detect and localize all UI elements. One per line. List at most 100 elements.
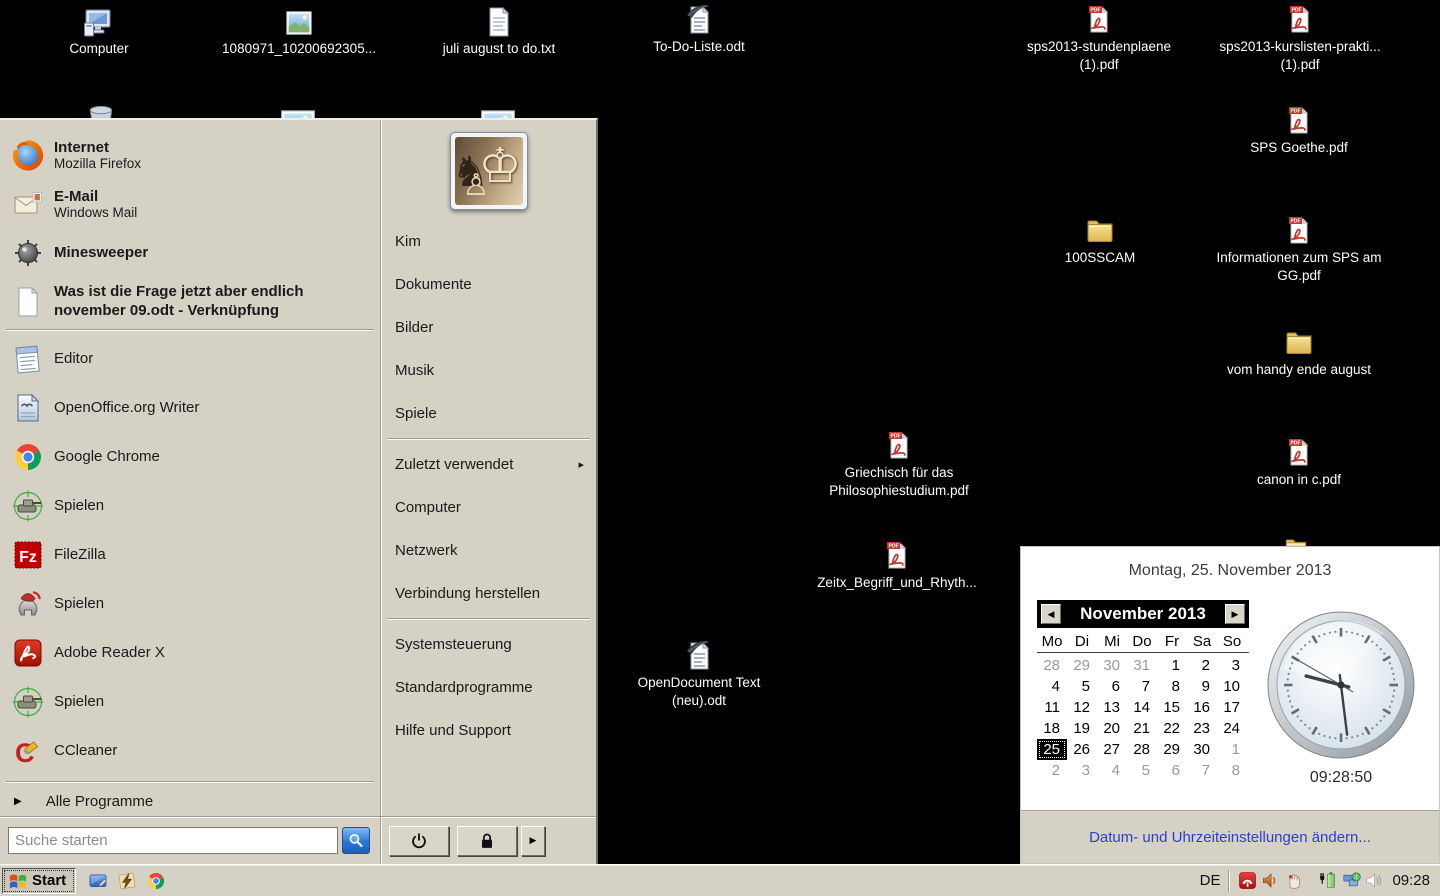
start-menu-right-item-kim[interactable]: Kim	[381, 220, 596, 263]
desktop-icon-griechisch[interactable]: Griechisch für dasPhilosophiestudium.pdf	[807, 426, 991, 500]
search-input[interactable]	[8, 827, 338, 854]
calendar-day[interactable]: 16	[1187, 697, 1217, 718]
battery-tray-icon[interactable]	[1319, 871, 1338, 890]
calendar-day[interactable]: 27	[1097, 739, 1127, 760]
desktop-icon-zeitx-begriff[interactable]: Zeitx_Begriff_und_Rhyth...	[797, 536, 997, 592]
change-datetime-link[interactable]: Datum- und Uhrzeiteinstellungen ändern..…	[1089, 829, 1371, 846]
calendar-day[interactable]: 22	[1157, 718, 1187, 739]
calendar-day[interactable]: 15	[1157, 697, 1187, 718]
calendar-day[interactable]: 21	[1127, 718, 1157, 739]
calendar-day[interactable]: 29	[1067, 655, 1097, 676]
avira-tray-icon[interactable]	[1238, 871, 1257, 890]
calendar-day[interactable]: 24	[1217, 718, 1247, 739]
calendar-day[interactable]: 17	[1217, 697, 1247, 718]
start-menu-right-item-netzwerk[interactable]: Netzwerk	[381, 529, 596, 572]
desktop-icon-computer[interactable]: Computer	[19, 2, 179, 58]
calendar-day[interactable]: 28	[1127, 739, 1157, 760]
calendar-day[interactable]: 13	[1097, 697, 1127, 718]
start-menu-item[interactable]: OpenOffice.org Writer	[0, 383, 380, 432]
start-menu-right-item-spiele[interactable]: Spiele	[381, 392, 596, 435]
desktop-icon-sps2013-kurslisten[interactable]: sps2013-kurslisten-prakti...(1).pdf	[1214, 0, 1386, 74]
start-menu-right-item-systemsteuerung[interactable]: Systemsteuerung	[381, 623, 596, 666]
start-menu-right-item-musik[interactable]: Musik	[381, 349, 596, 392]
calendar-day[interactable]: 31	[1127, 655, 1157, 676]
start-menu-right-item-computer[interactable]: Computer	[381, 486, 596, 529]
start-menu-right-item-bilder[interactable]: Bilder	[381, 306, 596, 349]
calendar-day[interactable]: 1	[1157, 655, 1187, 676]
start-menu-item[interactable]: FileZilla	[0, 530, 380, 579]
calendar-day[interactable]: 26	[1067, 739, 1097, 760]
desktop-icon-photo-1080971[interactable]: 1080971_10200692305...	[214, 2, 384, 58]
calendar-day[interactable]: 3	[1217, 655, 1247, 676]
start-menu-right-item-verbindung-herstellen[interactable]: Verbindung herstellen	[381, 572, 596, 615]
start-menu-right-item-dokumente[interactable]: Dokumente	[381, 263, 596, 306]
start-menu-item[interactable]: Spielen	[0, 677, 380, 726]
calendar-day[interactable]: 19	[1067, 718, 1097, 739]
language-indicator[interactable]: DE	[1200, 872, 1221, 889]
next-month-button[interactable]: ▶	[1225, 604, 1245, 624]
calendar-day[interactable]: 7	[1187, 760, 1217, 781]
showdesktop-quicklaunch-button[interactable]	[88, 871, 108, 891]
start-menu-item[interactable]: CCleaner	[0, 726, 380, 775]
calendar-day[interactable]: 3	[1067, 760, 1097, 781]
start-menu-right-item-standardprogramme[interactable]: Standardprogramme	[381, 666, 596, 709]
calendar-day[interactable]: 5	[1127, 760, 1157, 781]
calendar-day[interactable]: 4	[1037, 676, 1067, 697]
speakerwaves-tray-icon[interactable]	[1365, 871, 1384, 890]
calendar-day[interactable]: 30	[1187, 739, 1217, 760]
desktop-icon-informationen-sps[interactable]: Informationen zum SPS amGG.pdf	[1204, 211, 1394, 285]
calendar-day[interactable]: 18	[1037, 718, 1067, 739]
calendar-day[interactable]: 2	[1187, 655, 1217, 676]
calendar-day[interactable]: 6	[1097, 676, 1127, 697]
calendar-day[interactable]: 11	[1037, 697, 1067, 718]
start-menu-item[interactable]: Editor	[0, 334, 380, 383]
user-avatar[interactable]: ♞ ♔ ♙	[450, 132, 528, 210]
shutdown-options-button[interactable]: ▶	[521, 826, 545, 856]
calendar-day[interactable]: 8	[1217, 760, 1247, 781]
desktop-icon-canon-in-c[interactable]: canon in c.pdf	[1219, 433, 1379, 489]
calendar-day[interactable]: 29	[1157, 739, 1187, 760]
calendar-day[interactable]: 8	[1157, 676, 1187, 697]
power-button[interactable]	[389, 826, 449, 856]
start-menu-item[interactable]: Spielen	[0, 579, 380, 628]
calendar-day[interactable]: 30	[1097, 655, 1127, 676]
calendar-day[interactable]: 4	[1097, 760, 1127, 781]
speakerorange-tray-icon[interactable]	[1261, 871, 1280, 890]
desktop-icon-100sscam[interactable]: 100SSCAM	[1020, 211, 1180, 267]
calendar-day[interactable]: 9	[1187, 676, 1217, 697]
lock-button[interactable]	[457, 826, 517, 856]
start-menu-item[interactable]: Spielen	[0, 481, 380, 530]
desktop-icon-juli-august-todo[interactable]: juli august to do.txt	[414, 2, 584, 58]
start-button[interactable]: Start	[2, 868, 76, 894]
calendar-day[interactable]: 23	[1187, 718, 1217, 739]
search-button[interactable]	[342, 827, 370, 854]
calendar-day[interactable]: 2	[1037, 760, 1067, 781]
start-menu-right-item-hilfe-und-support[interactable]: Hilfe und Support	[381, 709, 596, 752]
desktop-icon-sps-goethe[interactable]: SPS Goethe.pdf	[1219, 101, 1379, 157]
desktop-icon-todo-liste[interactable]: To-Do-Liste.odt	[619, 0, 779, 56]
calendar-day[interactable]: 6	[1157, 760, 1187, 781]
start-menu-item[interactable]: Minesweeper	[0, 228, 380, 277]
start-menu-right-item-zuletzt-verwendet[interactable]: Zuletzt verwendet▸	[381, 443, 596, 486]
calendar-day[interactable]: 14	[1127, 697, 1157, 718]
desktop-icon-sps2013-stundenplaene[interactable]: sps2013-stundenplaene(1).pdf	[1014, 0, 1184, 74]
desktop-icon-opendocument-neu[interactable]: OpenDocument Text(neu).odt	[619, 636, 779, 710]
calendar-day-selected[interactable]: 25	[1037, 739, 1067, 760]
start-menu-item[interactable]: InternetMozilla Firefox	[0, 130, 380, 179]
calendar-day[interactable]: 7	[1127, 676, 1157, 697]
start-menu-item[interactable]: Google Chrome	[0, 432, 380, 481]
start-menu-item[interactable]: E-MailWindows Mail	[0, 179, 380, 228]
all-programs-item[interactable]: ▶ Alle Programme	[0, 786, 380, 816]
prev-month-button[interactable]: ◀	[1041, 604, 1061, 624]
desktop-icon-vom-handy-ende-august[interactable]: vom handy ende august	[1204, 323, 1394, 379]
lightning-quicklaunch-button[interactable]	[117, 871, 137, 891]
calendar-day[interactable]: 5	[1067, 676, 1097, 697]
calendar-day[interactable]: 10	[1217, 676, 1247, 697]
calendar-day[interactable]: 1	[1217, 739, 1247, 760]
calendar-day[interactable]: 28	[1037, 655, 1067, 676]
start-menu-item[interactable]: Adobe Reader X	[0, 628, 380, 677]
network-tray-icon[interactable]	[1342, 871, 1361, 890]
clock-label[interactable]: 09:28	[1392, 872, 1430, 889]
hand-tray-icon[interactable]	[1284, 871, 1303, 890]
calendar-day[interactable]: 20	[1097, 718, 1127, 739]
